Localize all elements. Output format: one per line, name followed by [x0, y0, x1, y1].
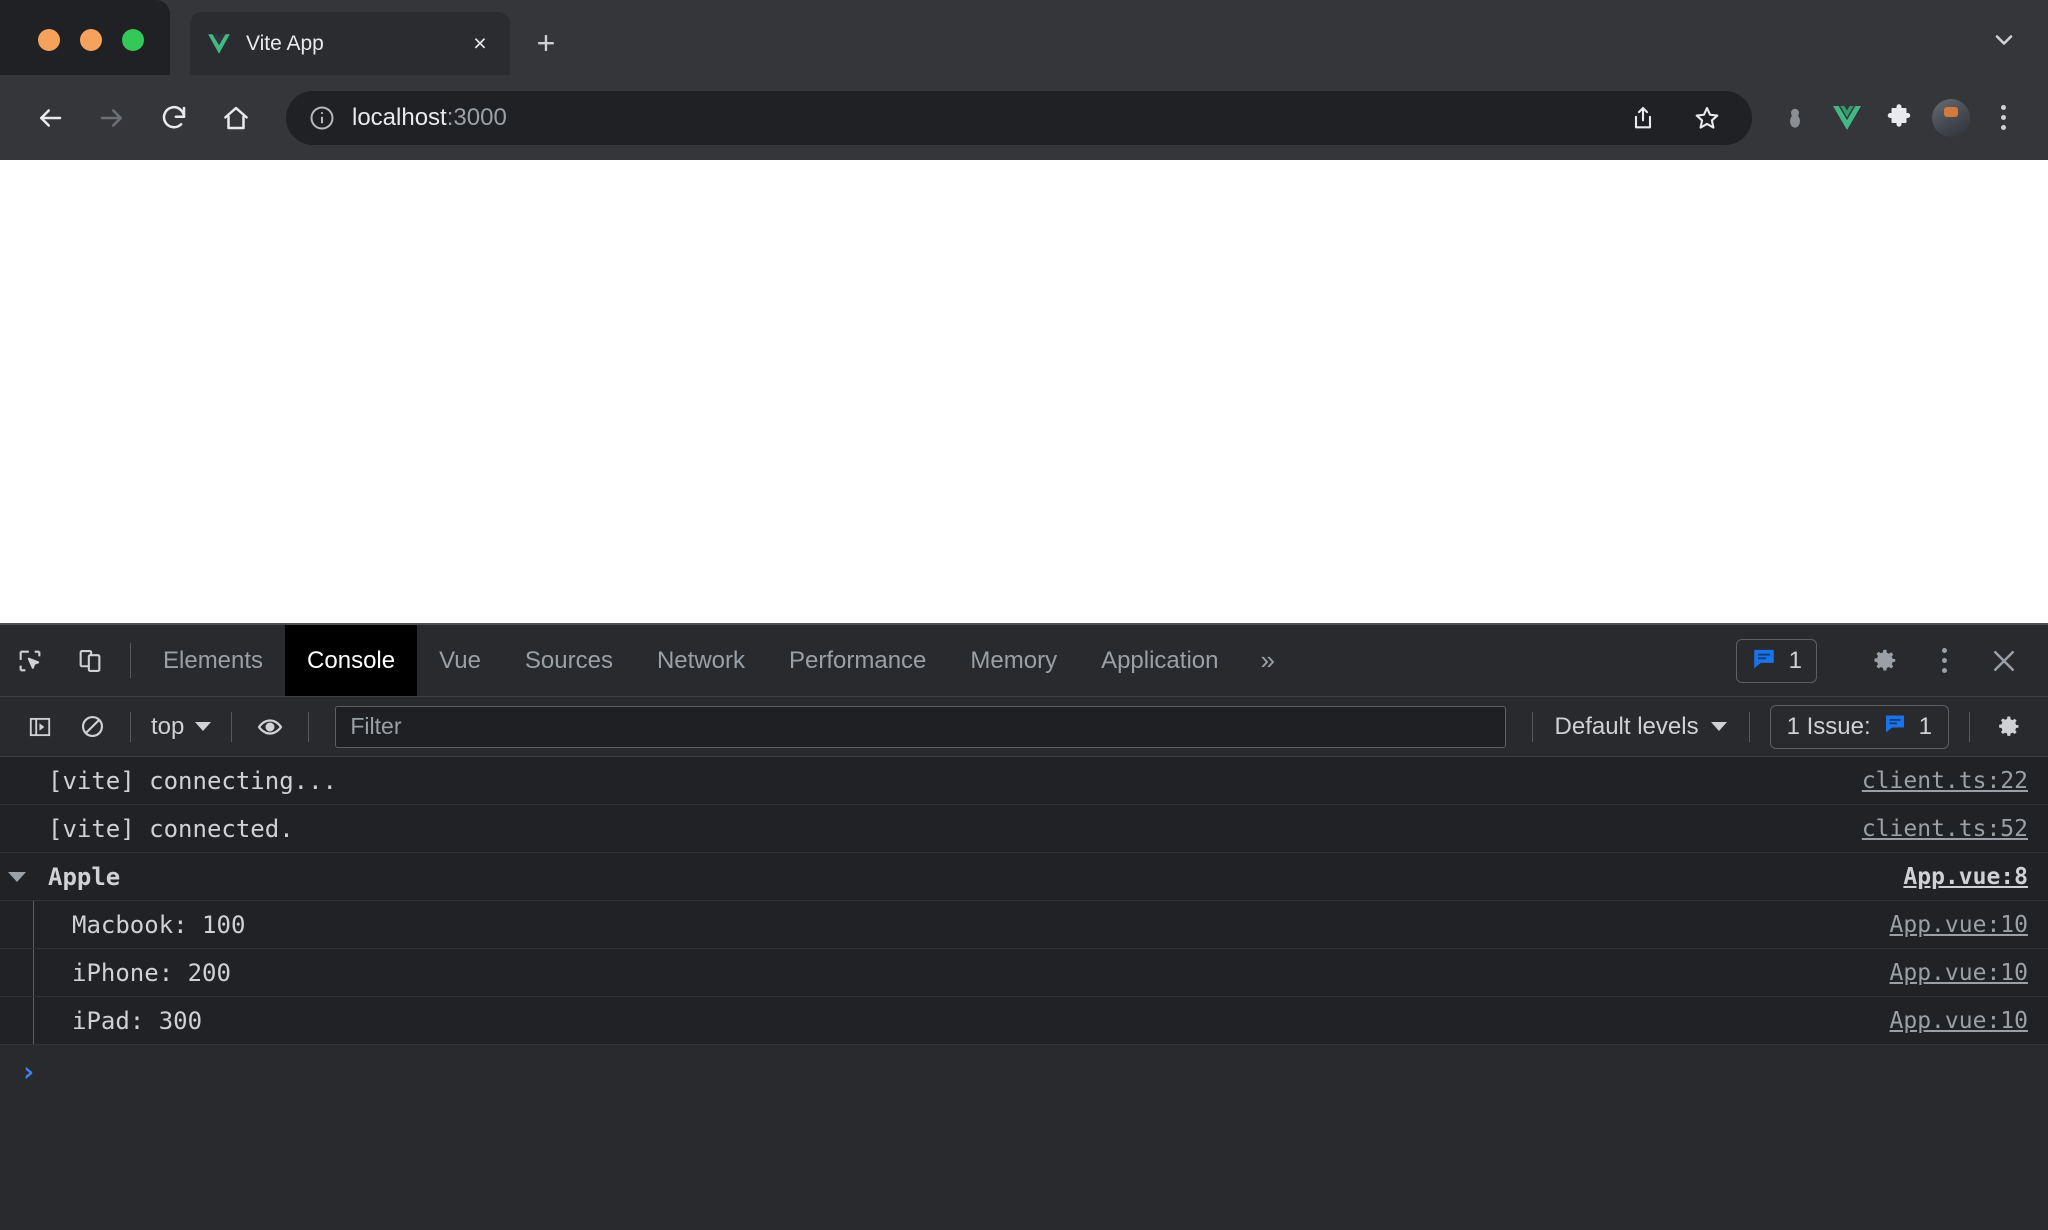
console-message-source-link[interactable]: App.vue:10 [1890, 960, 2028, 986]
console-message-source-link[interactable]: client.ts:52 [1862, 816, 2028, 842]
window-traffic-lights [38, 29, 144, 51]
console-group-header-row[interactable]: Apple App.vue:8 [0, 853, 2048, 901]
inspect-element-icon[interactable] [0, 625, 60, 696]
tab-vue[interactable]: Vue [417, 625, 503, 696]
minimize-window-button[interactable] [80, 29, 102, 51]
issue-count: 1 [1789, 647, 1802, 675]
profile-avatar[interactable] [1928, 95, 1974, 141]
tab-memory[interactable]: Memory [948, 625, 1079, 696]
console-message-source-link[interactable]: client.ts:22 [1862, 768, 2028, 794]
execution-context-dropdown[interactable]: top [143, 713, 219, 741]
live-expression-eye-icon[interactable] [244, 701, 296, 753]
group-indent-guide [0, 949, 34, 996]
console-message-text: [vite] connecting... [34, 767, 1862, 795]
reload-icon[interactable] [146, 90, 202, 146]
console-message-row[interactable]: [vite] connected. client.ts:52 [0, 805, 2048, 853]
tab-network[interactable]: Network [635, 625, 767, 696]
group-disclosure-triangle-icon[interactable] [0, 872, 34, 882]
issues-counter-button[interactable]: 1 [1736, 639, 1817, 683]
console-message-source-link[interactable]: App.vue:10 [1890, 912, 2028, 938]
new-tab-button[interactable]: + [525, 22, 567, 64]
devtools-tab-bar-actions: 1 [1736, 625, 2048, 696]
address-bar[interactable]: localhost:3000 [286, 91, 1752, 145]
console-message-list[interactable]: [vite] connecting... client.ts:22 [vite]… [0, 757, 2048, 1230]
close-window-button[interactable] [38, 29, 60, 51]
tab-strip: Vite App × + [0, 0, 2048, 75]
three-dot-menu-icon[interactable] [1916, 633, 1972, 689]
execution-context-label: top [151, 713, 184, 741]
console-prompt-chevron-icon: › [20, 1055, 37, 1088]
group-indent-guide [0, 901, 34, 948]
divider [231, 712, 232, 742]
console-message-source-link[interactable]: App.vue:8 [1903, 864, 2028, 890]
log-levels-dropdown[interactable]: Default levels [1545, 713, 1737, 741]
share-icon[interactable] [1620, 95, 1666, 141]
console-message-row[interactable]: [vite] connecting... client.ts:22 [0, 757, 2048, 805]
divider [1749, 712, 1750, 742]
console-message-row[interactable]: Macbook: 100 App.vue:10 [0, 901, 2048, 949]
log-levels-label: Default levels [1555, 713, 1699, 741]
omnibox-actions [1620, 95, 1730, 141]
tab-application[interactable]: Application [1079, 625, 1240, 696]
device-toolbar-icon[interactable] [60, 625, 120, 696]
forward-arrow-icon [84, 90, 140, 146]
chevron-down-icon [1711, 722, 1727, 731]
divider [1532, 712, 1533, 742]
devtools-panel: Elements Console Vue Sources Network Per… [0, 623, 2048, 1230]
gear-icon[interactable] [1982, 701, 2034, 753]
console-message-text: iPad: 300 [34, 1007, 1890, 1035]
vue-devtools-icon[interactable] [1824, 95, 1870, 141]
console-group-label: Apple [34, 863, 1903, 891]
console-message-text: Macbook: 100 [34, 911, 1890, 939]
console-prompt[interactable]: › [0, 1045, 2048, 1097]
more-tabs-button[interactable]: » [1240, 625, 1294, 696]
group-indent-guide [0, 997, 34, 1044]
vue-logo-icon [206, 31, 232, 57]
issues-bar-label: 1 Issue: [1787, 713, 1871, 741]
divider [130, 643, 131, 678]
browser-window: Vite App × + [0, 0, 2048, 1230]
console-message-row[interactable]: iPad: 300 App.vue:10 [0, 997, 2048, 1045]
gear-icon[interactable] [1856, 633, 1912, 689]
address-bar-url: localhost:3000 [352, 104, 507, 132]
devtools-tab-bar: Elements Console Vue Sources Network Per… [0, 625, 2048, 697]
tab-title: Vite App [246, 32, 452, 56]
maximize-window-button[interactable] [122, 29, 144, 51]
console-message-row[interactable]: iPhone: 200 App.vue:10 [0, 949, 2048, 997]
filter-input[interactable] [335, 706, 1505, 748]
browser-tab[interactable]: Vite App × [190, 12, 510, 75]
tab-sources[interactable]: Sources [503, 625, 635, 696]
chevron-down-icon[interactable] [1982, 18, 2026, 62]
tab-elements[interactable]: Elements [141, 625, 285, 696]
page-viewport [0, 160, 2048, 623]
console-filter-bar: top Default levels 1 Issue: [0, 697, 2048, 757]
bug-extension-icon[interactable] [1772, 95, 1818, 141]
console-message-text: [vite] connected. [34, 815, 1862, 843]
three-dot-menu-icon[interactable] [1980, 95, 2026, 141]
browser-toolbar: localhost:3000 [0, 75, 2048, 160]
divider [308, 712, 309, 742]
tab-console[interactable]: Console [285, 625, 417, 696]
close-icon[interactable] [1976, 633, 2032, 689]
chevron-down-icon [195, 722, 211, 731]
issue-message-icon [1883, 711, 1907, 742]
star-icon[interactable] [1684, 95, 1730, 141]
back-arrow-icon[interactable] [22, 90, 78, 146]
issue-message-icon [1751, 645, 1777, 676]
extensions-puzzle-icon[interactable] [1876, 95, 1922, 141]
close-icon[interactable]: × [466, 30, 494, 58]
divider [1969, 712, 1970, 742]
tab-performance[interactable]: Performance [767, 625, 948, 696]
url-port: :3000 [447, 104, 507, 131]
issues-bar-count: 1 [1919, 713, 1932, 741]
url-host: localhost [352, 104, 447, 131]
home-icon[interactable] [208, 90, 264, 146]
console-message-text: iPhone: 200 [34, 959, 1890, 987]
info-circle-icon[interactable] [308, 104, 336, 132]
console-message-source-link[interactable]: App.vue:10 [1890, 1008, 2028, 1034]
console-sidebar-icon[interactable] [14, 701, 66, 753]
issues-bar-button[interactable]: 1 Issue: 1 [1770, 705, 1949, 749]
clear-console-icon[interactable] [66, 701, 118, 753]
divider [130, 712, 131, 742]
